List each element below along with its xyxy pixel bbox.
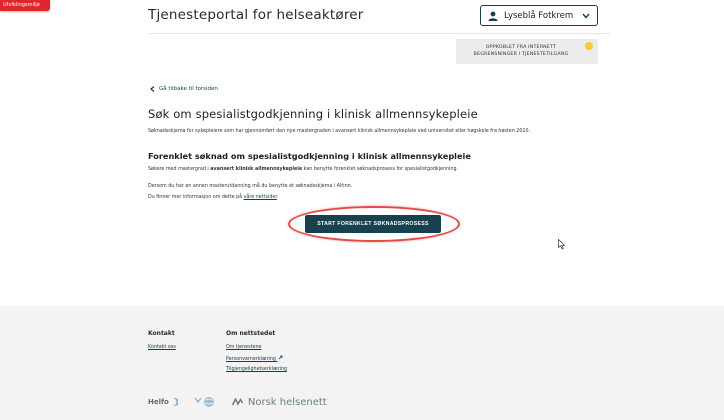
environment-badge: Utviklingsmiljø [0,0,50,11]
mouse-cursor-icon [558,239,566,250]
helfo-logo-text: Helfo [148,398,169,406]
page-footer: Kontakt Kontakt oss Om nettstedet Om tje… [0,306,724,420]
accessibility-statement-link[interactable]: Tilgjengelighetserklæring [226,367,287,372]
chevron-left-icon [150,86,155,92]
privacy-policy-label: Personvernerklæring [226,357,276,362]
external-link-icon [278,355,282,360]
helfo-crescent-icon [172,398,178,406]
footer-about-heading: Om nettstedet [226,330,276,337]
eligibility-text-end: kan benytte forenklet søknadsprosess for… [302,167,459,172]
norsk-helsenett-mark-icon [231,398,243,406]
footer-logos: Helfo Norsk helsenett [148,396,327,408]
more-info-text-end: . [276,195,279,200]
section-title: Forenklet søknad om spesialistgodkjennin… [148,151,471,161]
user-menu-button[interactable]: Lyseblå Fotkrem [480,5,598,26]
status-dot-icon [585,42,593,50]
user-icon [488,11,498,21]
page-title: Søk om spesialistgodkjenning i klinisk a… [148,107,478,121]
intro-text: Søknadsskjema for sykepleiere som har gj… [148,129,531,134]
our-websites-link[interactable]: våre nettsider [244,195,277,200]
back-link-label: Gå tilbake til forsiden [159,86,218,92]
more-info-text-start: Du finner mer informasjon om dette på [148,195,244,200]
page-header: Tjenesteportal for helseaktører Lyseblå … [148,0,610,34]
notice-line-2: BEGRENSNINGER I TJENESTETILGANG [473,52,569,57]
helfo-logo: Helfo [148,398,178,406]
footer-contact-heading: Kontakt [148,330,175,337]
altinn-text: Dersom du har en annen masterutdanning m… [148,184,353,189]
privacy-policy-link[interactable]: Personvernerklæring [226,355,287,362]
contact-us-link[interactable]: Kontakt oss [148,345,176,350]
eligibility-text-start: Søkere med mastergrad i [148,167,211,172]
footer-about-column: Om nettstedet Om tjenestene Personverner… [226,330,287,377]
footer-contact-column: Kontakt Kontakt oss [148,330,176,355]
chevron-down-icon [582,13,590,19]
more-info-text: Du finner mer informasjon om dette på vå… [148,195,278,200]
about-services-link[interactable]: Om tjenestene [226,345,287,350]
globe-logo-icon [194,397,214,407]
notice-line-1: OPPKOBLET FRA INTERNETT [485,45,557,50]
eligibility-text-bold: avansert klinisk allmennsykepleie [210,167,303,172]
start-simplified-application-button[interactable]: START FORENKLET SØKNADSPROSESS [305,215,441,233]
eligibility-text: Søkere med mastergrad i avansert klinisk… [148,167,458,172]
back-to-home-link[interactable]: Gå tilbake til forsiden [150,86,218,92]
norsk-helsenett-logo-text: Norsk helsenett [247,396,327,408]
norsk-helsenett-logo: Norsk helsenett [231,396,327,408]
connection-notice: OPPKOBLET FRA INTERNETT BEGRENSNINGER I … [456,39,598,64]
user-name: Lyseblå Fotkrem [504,10,574,21]
site-title[interactable]: Tjenesteportal for helseaktører [148,7,364,23]
